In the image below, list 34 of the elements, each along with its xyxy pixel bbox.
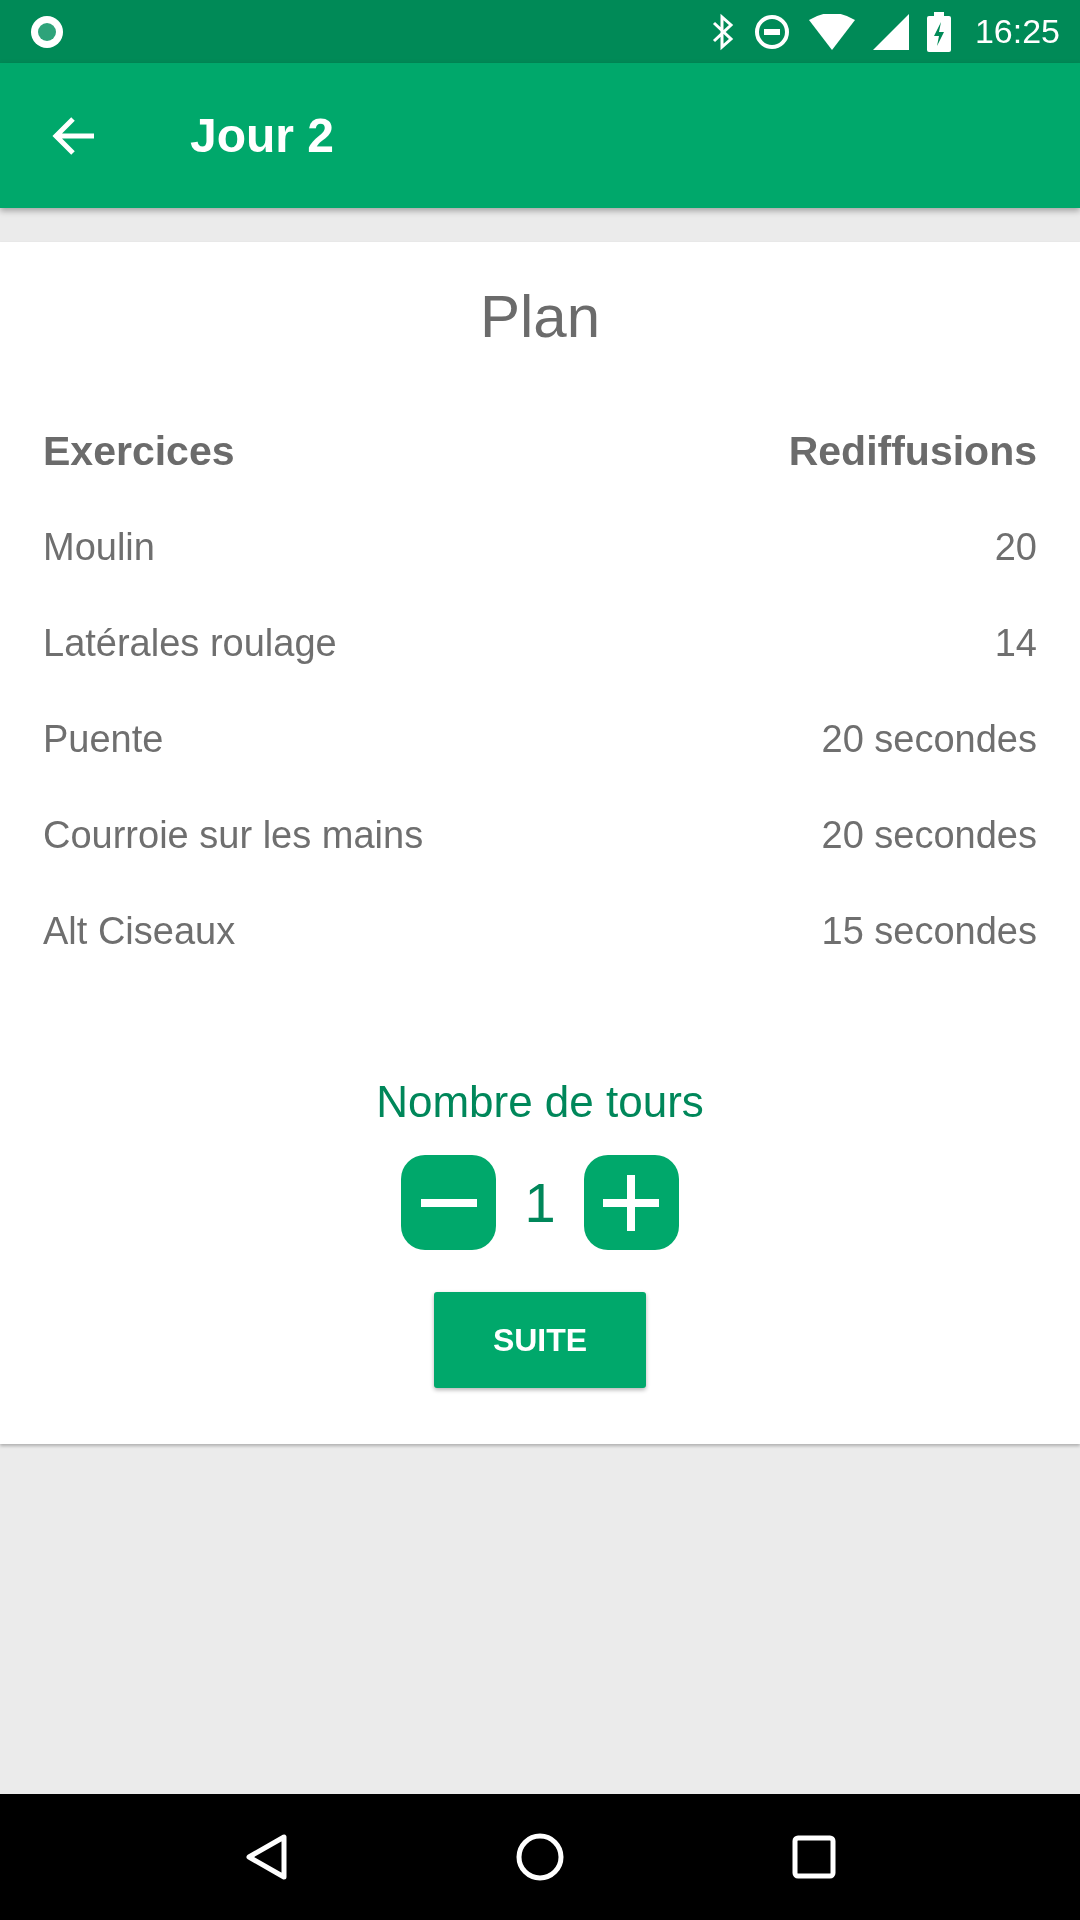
back-arrow-icon xyxy=(52,115,96,156)
exercise-name: Courroie sur les mains xyxy=(43,813,424,857)
bluetooth-icon xyxy=(710,12,735,51)
circle-home-icon xyxy=(515,1832,565,1882)
wifi-icon xyxy=(808,13,855,50)
exercise-name: Moulin xyxy=(43,525,155,569)
signal-icon xyxy=(872,13,909,50)
repetitions: 15 secondes xyxy=(821,909,1037,953)
column-header: Rediffusions xyxy=(788,427,1037,475)
minus-icon xyxy=(420,1198,477,1207)
square-recents-icon xyxy=(792,1835,837,1879)
triangle-back-icon xyxy=(243,1833,288,1881)
repetitions: 20 secondes xyxy=(821,717,1037,761)
exercise-name: Puente xyxy=(43,717,164,761)
rounds-value: 1 xyxy=(524,1170,556,1235)
column-header: Exercices xyxy=(43,427,235,475)
increase-button[interactable] xyxy=(583,1155,679,1250)
decrease-button[interactable] xyxy=(401,1155,497,1250)
plus-icon xyxy=(603,1174,660,1231)
rounds-label: Nombre de tours xyxy=(376,1077,704,1127)
repetitions: 14 xyxy=(994,621,1037,665)
battery-icon xyxy=(926,11,951,52)
recents-nav-button[interactable] xyxy=(792,1835,837,1879)
do-not-disturb-icon xyxy=(752,12,791,51)
repetitions: 20 xyxy=(994,525,1037,569)
exercise-name: Alt Ciseaux xyxy=(43,909,236,953)
repetitions: 20 secondes xyxy=(821,813,1037,857)
exercise-name: Latérales roulage xyxy=(43,621,337,665)
clock-time: 16:25 xyxy=(974,12,1060,51)
home-nav-button[interactable] xyxy=(515,1832,565,1882)
plan-title: Plan xyxy=(479,282,601,351)
screen-title: Jour 2 xyxy=(190,108,335,163)
next-button[interactable]: SUITE xyxy=(434,1292,646,1388)
back-nav-button[interactable] xyxy=(243,1833,288,1881)
